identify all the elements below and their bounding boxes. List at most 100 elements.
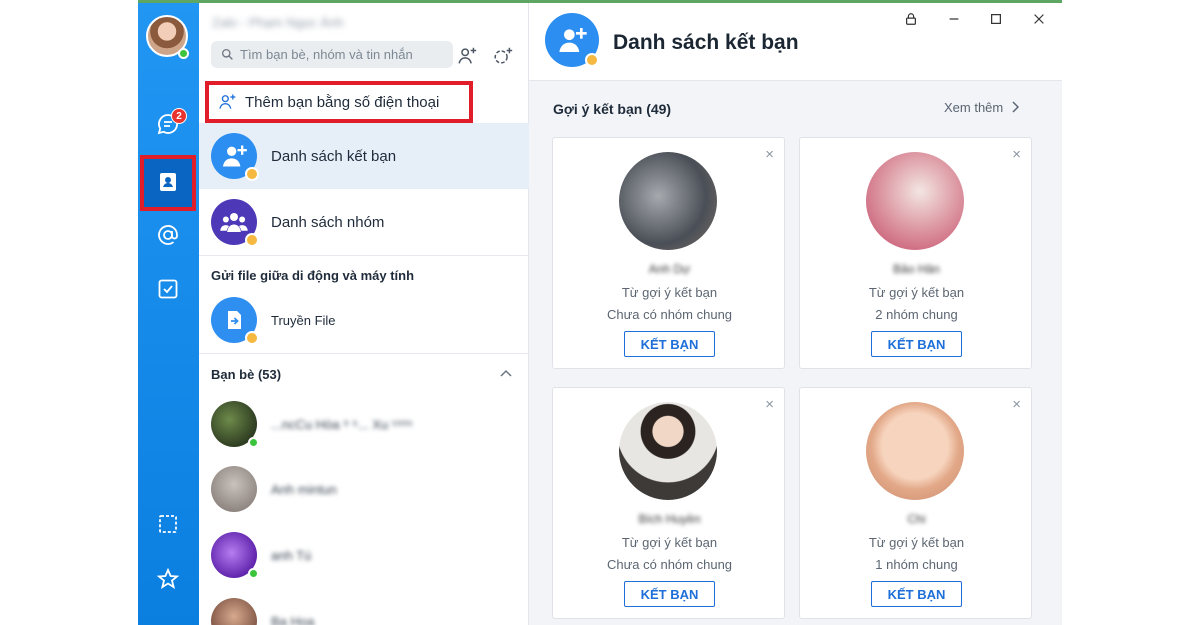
add-friend-by-phone-label: Thêm bạn bằng số điện thoại xyxy=(245,93,440,111)
suggestion-source: Từ gợi ý kết bạn xyxy=(621,535,718,550)
suggestion-name: Bảo Hân xyxy=(893,262,940,276)
dismiss-suggestion-icon[interactable]: × xyxy=(1012,396,1021,413)
suggestion-card: × Anh Dự Từ gợi ý kết bạn Chưa có nhóm c… xyxy=(552,137,785,369)
todo-icon xyxy=(158,279,178,299)
suggestion-mutual-groups: Chưa có nhóm chung xyxy=(606,557,733,572)
friend-avatar xyxy=(211,401,259,448)
verified-check-icon xyxy=(245,167,259,181)
friend-avatar xyxy=(211,466,257,512)
friend-name: anh Tú xyxy=(271,547,312,563)
maximize-icon xyxy=(991,14,1001,24)
nav-rail: 2 xyxy=(138,3,199,625)
friend-requests-icon xyxy=(211,133,259,181)
friend-avatar xyxy=(211,598,257,625)
friend-name: Ba Hoa xyxy=(271,613,315,625)
add-friend-button[interactable]: KẾT BẠN xyxy=(624,581,715,607)
add-friend-button[interactable]: KẾT BẠN xyxy=(871,581,962,607)
add-friend-button[interactable] xyxy=(454,43,480,69)
add-friend-icon xyxy=(458,47,477,64)
file-transfer-section-title: Gửi file giữa di động và máy tính xyxy=(211,268,415,283)
suggestion-mutual-groups: Chưa có nhóm chung xyxy=(606,307,733,322)
friend-requests-header-icon xyxy=(545,13,599,67)
add-person-icon xyxy=(219,94,236,109)
screenshot-icon xyxy=(159,515,177,533)
suggestion-name: Bích Huyền xyxy=(638,512,701,526)
collapse-chevron-icon[interactable] xyxy=(499,368,513,378)
friend-item[interactable]: anh Tú xyxy=(211,529,511,581)
group-list-label: Danh sách nhóm xyxy=(271,213,385,231)
mention-icon xyxy=(158,225,178,245)
rail-mentions[interactable] xyxy=(150,217,186,253)
online-status-dot xyxy=(178,48,189,59)
dismiss-suggestion-icon[interactable]: × xyxy=(1012,146,1021,163)
dismiss-suggestion-icon[interactable]: × xyxy=(765,396,774,413)
lock-icon xyxy=(906,13,916,25)
contacts-icon xyxy=(160,173,176,191)
online-status-dot xyxy=(248,437,259,448)
menu-file-transfer[interactable]: Truyền File xyxy=(199,287,529,353)
suggestion-card: × Chi Từ gợi ý kết bạn 1 nhóm chung KẾT … xyxy=(799,387,1032,619)
suggestion-card: × Bích Huyền Từ gợi ý kết bạn Chưa có nh… xyxy=(552,387,785,619)
search-input[interactable] xyxy=(240,47,440,62)
online-status-dot xyxy=(248,568,259,579)
minimize-button[interactable] xyxy=(942,7,966,31)
search-icon xyxy=(221,48,233,60)
friend-avatar xyxy=(211,532,259,579)
verified-check-icon xyxy=(245,233,259,247)
friend-item[interactable]: Anh mintun xyxy=(211,463,511,515)
close-window-button[interactable] xyxy=(1027,7,1051,31)
divider xyxy=(199,353,529,354)
search-box[interactable] xyxy=(211,41,453,68)
unread-badge: 2 xyxy=(171,108,187,124)
suggestion-photo xyxy=(619,402,717,500)
verified-check-icon xyxy=(245,331,259,345)
dismiss-suggestion-icon[interactable]: × xyxy=(765,146,774,163)
see-more-link[interactable]: Xem thêm xyxy=(944,100,1019,115)
see-more-label: Xem thêm xyxy=(944,100,1004,115)
suggestion-name: Anh Dự xyxy=(648,262,691,276)
suggestion-photo xyxy=(866,152,964,250)
suggestion-source: Từ gợi ý kết bạn xyxy=(868,285,965,300)
suggestion-photo xyxy=(866,402,964,500)
create-group-button[interactable] xyxy=(490,43,516,69)
menu-friend-requests[interactable]: Danh sách kết bạn xyxy=(199,123,529,189)
rail-contacts[interactable] xyxy=(150,164,186,200)
friend-item[interactable]: Ba Hoa xyxy=(211,595,511,625)
friend-name: ...ncCu Hòa ⁹ ⁵... Xu ¹⁹⁹⁵ xyxy=(271,416,413,432)
divider xyxy=(199,255,529,256)
friend-name: Anh mintun xyxy=(271,481,337,497)
account-title: Zalo - Phạm Ngọc Ánh xyxy=(212,15,344,30)
main-header: Danh sách kết bạn xyxy=(529,3,1062,81)
file-transfer-label: Truyền File xyxy=(271,312,336,328)
main-panel: Danh sách kết bạn Gợi ý kết bạn (49) Xem… xyxy=(529,3,1062,625)
lock-button[interactable] xyxy=(899,7,923,31)
star-icon xyxy=(156,567,180,589)
chevron-right-icon xyxy=(1012,101,1019,113)
suggestion-source: Từ gợi ý kết bạn xyxy=(621,285,718,300)
group-list-icon xyxy=(211,199,259,247)
close-icon xyxy=(1034,14,1044,24)
suggestion-mutual-groups: 1 nhóm chung xyxy=(875,557,958,572)
rail-todo[interactable] xyxy=(150,271,186,307)
file-transfer-icon xyxy=(211,297,259,345)
friend-requests-label: Danh sách kết bạn xyxy=(271,147,397,165)
add-friend-button[interactable]: KẾT BẠN xyxy=(871,331,962,357)
minimize-icon xyxy=(949,18,959,20)
suggestion-name: Chi xyxy=(907,512,926,526)
suggestions-title: Gợi ý kết bạn (49) xyxy=(553,101,672,117)
rail-starred[interactable] xyxy=(150,561,186,597)
add-friend-by-phone[interactable]: Thêm bạn bằng số điện thoại xyxy=(205,81,473,123)
friend-item[interactable]: ...ncCu Hòa ⁹ ⁵... Xu ¹⁹⁹⁵ xyxy=(211,398,511,450)
add-friend-button[interactable]: KẾT BẠN xyxy=(624,331,715,357)
friends-header: Bạn bè (53) xyxy=(211,367,282,382)
rail-screenshot[interactable] xyxy=(150,506,186,542)
contacts-pane: Zalo - Phạm Ngọc Ánh Thêm bạn bằng số đi… xyxy=(199,3,529,625)
page-title: Danh sách kết bạn xyxy=(613,31,799,54)
menu-group-list[interactable]: Danh sách nhóm xyxy=(199,189,529,255)
maximize-button[interactable] xyxy=(984,7,1008,31)
create-group-icon xyxy=(494,47,513,64)
zalo-window: 2 Zalo - Phạm Ngọc Ánh Tìm bạn bè, nhóm … xyxy=(138,0,1062,625)
suggestion-mutual-groups: 2 nhóm chung xyxy=(875,307,958,322)
suggestion-source: Từ gợi ý kết bạn xyxy=(868,535,965,550)
verified-check-icon xyxy=(585,53,599,67)
